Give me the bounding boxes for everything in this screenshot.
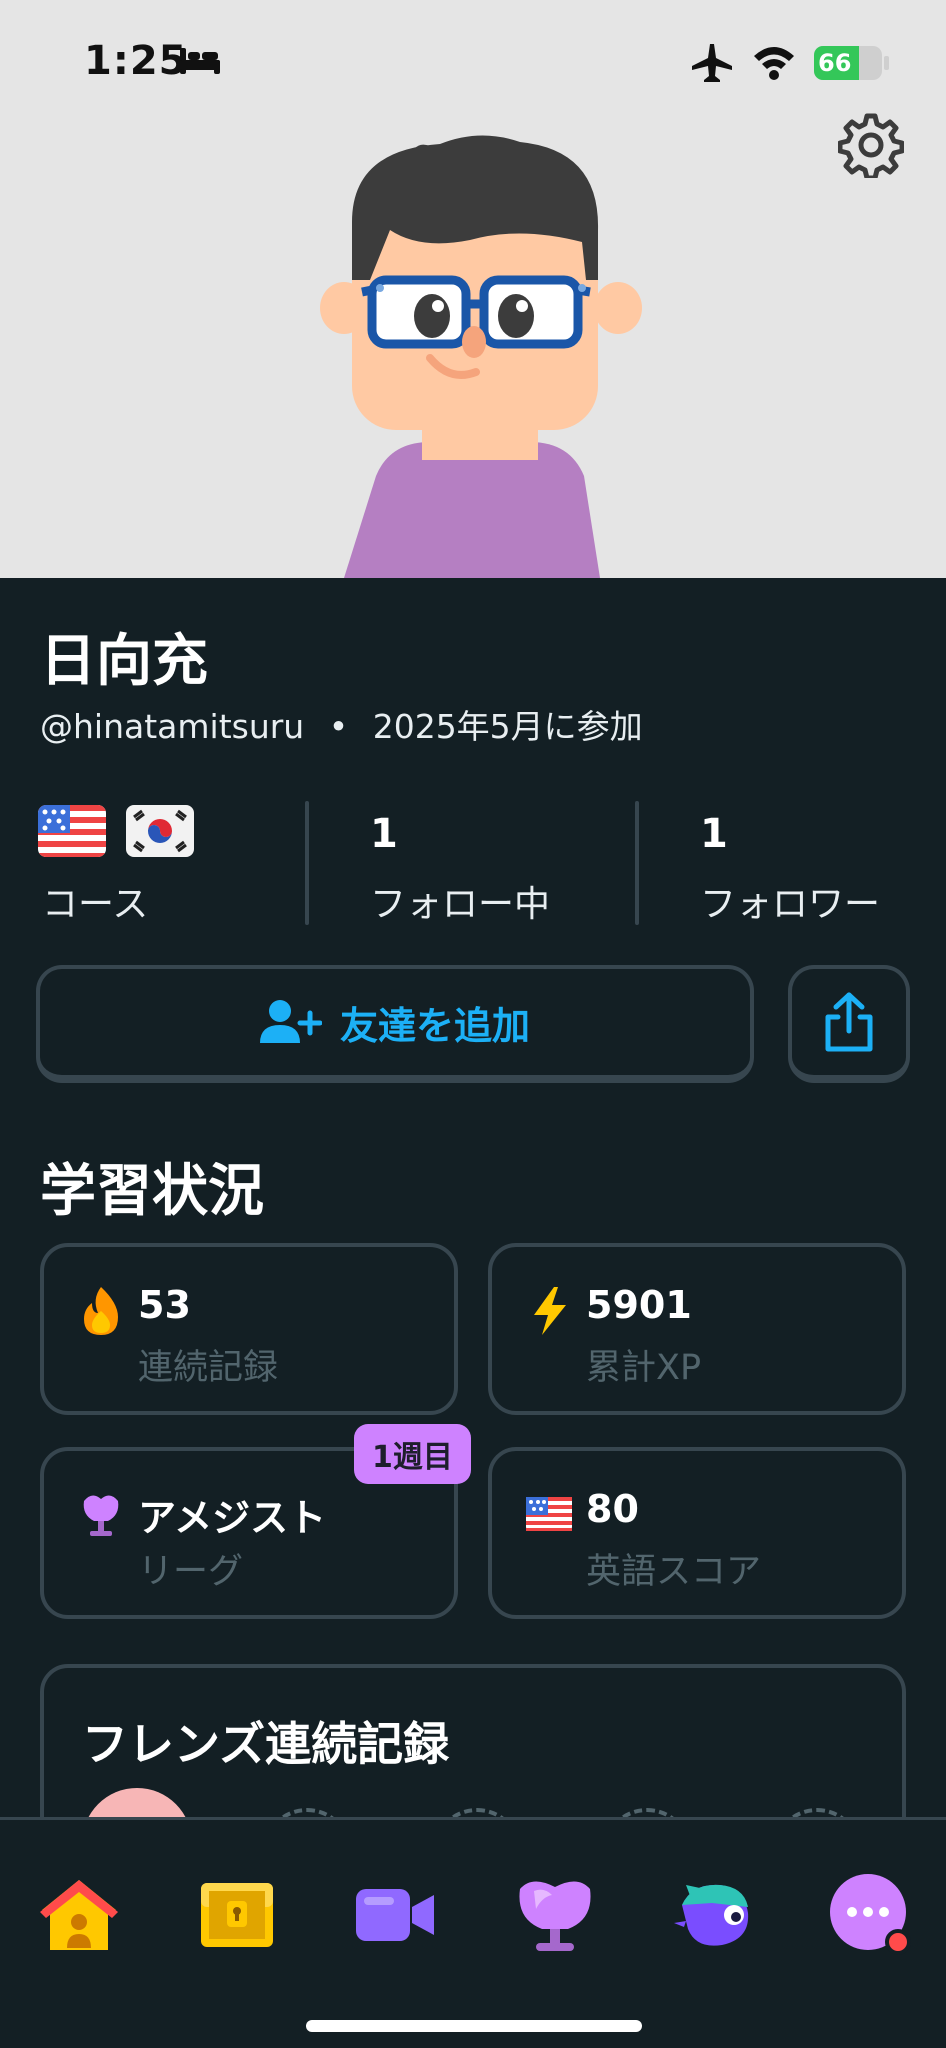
profile-stats-row: コース 1 フォロー中 1 フォロワー (0, 795, 946, 935)
status-time: 1:25 (84, 38, 188, 84)
video-camera-icon (356, 1889, 434, 1941)
english-score-value: 80 (586, 1487, 639, 1531)
nav-chest[interactable] (194, 1872, 280, 1958)
profile-joined-date: 2025年5月に参加 (372, 707, 643, 746)
amethyst-league-icon (519, 1881, 591, 1951)
battery-indicator: 66 (814, 46, 882, 80)
share-icon (825, 992, 873, 1052)
sleep-mode-icon (180, 48, 220, 74)
english-score-label: 英語スコア (586, 1552, 762, 1592)
home-icon (40, 1880, 118, 1950)
nav-character[interactable] (670, 1872, 756, 1958)
followers-count: 1 (700, 811, 728, 857)
amethyst-league-icon (83, 1495, 119, 1536)
xp-label: 累計XP (586, 1348, 702, 1388)
meta-separator: • (328, 707, 349, 746)
courses-stat[interactable]: コース (0, 795, 300, 935)
settings-gear-icon[interactable] (838, 112, 904, 178)
share-button[interactable] (788, 965, 910, 1083)
nav-home[interactable] (36, 1872, 122, 1958)
treasure-chest-icon (201, 1883, 273, 1947)
streak-card[interactable]: 53 連続記録 (40, 1243, 458, 1415)
wifi-icon (754, 47, 794, 80)
xp-card[interactable]: 5901 累計XP (488, 1243, 906, 1415)
courses-label: コース (42, 884, 149, 925)
avatar-banner: 1:25 66 (0, 0, 946, 578)
battery-nub (884, 56, 889, 70)
status-bar: 1:25 66 (0, 0, 946, 120)
us-flag-icon (38, 805, 106, 857)
league-label: リーグ (138, 1552, 244, 1592)
profile-name: 日向充 (40, 629, 208, 694)
us-flag-icon (526, 1497, 572, 1531)
streak-label: 連続記録 (138, 1348, 279, 1388)
streak-value: 53 (138, 1283, 191, 1327)
nav-video-call[interactable] (352, 1872, 438, 1958)
battery-percent: 66 (818, 49, 852, 77)
following-stat[interactable]: 1 フォロー中 (330, 795, 630, 935)
flame-icon (84, 1287, 118, 1335)
add-user-icon (259, 1000, 322, 1043)
league-week-badge: 1週目 (354, 1424, 471, 1484)
add-friend-button[interactable]: 友達を追加 (36, 965, 754, 1083)
stats-divider (305, 801, 309, 925)
profile-meta: @hinatamitsuru • 2025年5月に参加 (40, 700, 643, 748)
add-friend-label: 友達を追加 (339, 1003, 530, 1048)
airplane-mode-icon (692, 44, 732, 82)
user-avatar-illustration[interactable] (300, 130, 660, 578)
bottom-navigation (0, 1817, 946, 2048)
league-value: アメジスト (138, 1496, 327, 1540)
bird-character-icon (674, 1884, 749, 1946)
progress-section-title: 学習状況 (40, 1159, 264, 1224)
following-count: 1 (370, 811, 398, 857)
profile-username: @hinatamitsuru (40, 707, 305, 746)
lightning-icon (534, 1287, 566, 1335)
stats-divider (635, 801, 639, 925)
profile-screen: 1:25 66 日向充 @hinatamitsuru • 2025年5月に参加 … (0, 0, 946, 2048)
followers-label: フォロワー (700, 884, 881, 925)
home-indicator[interactable] (306, 2020, 642, 2032)
friends-streak-title: フレンズ連続記録 (82, 1717, 450, 1771)
korea-flag-icon (126, 805, 194, 857)
xp-value: 5901 (586, 1283, 692, 1327)
more-options-icon (830, 1874, 911, 1955)
nav-more[interactable] (828, 1872, 914, 1958)
nav-leagues[interactable] (512, 1872, 598, 1958)
english-score-card[interactable]: 80 英語スコア (488, 1447, 906, 1619)
followers-stat[interactable]: 1 フォロワー (660, 795, 946, 935)
following-label: フォロー中 (370, 884, 551, 925)
